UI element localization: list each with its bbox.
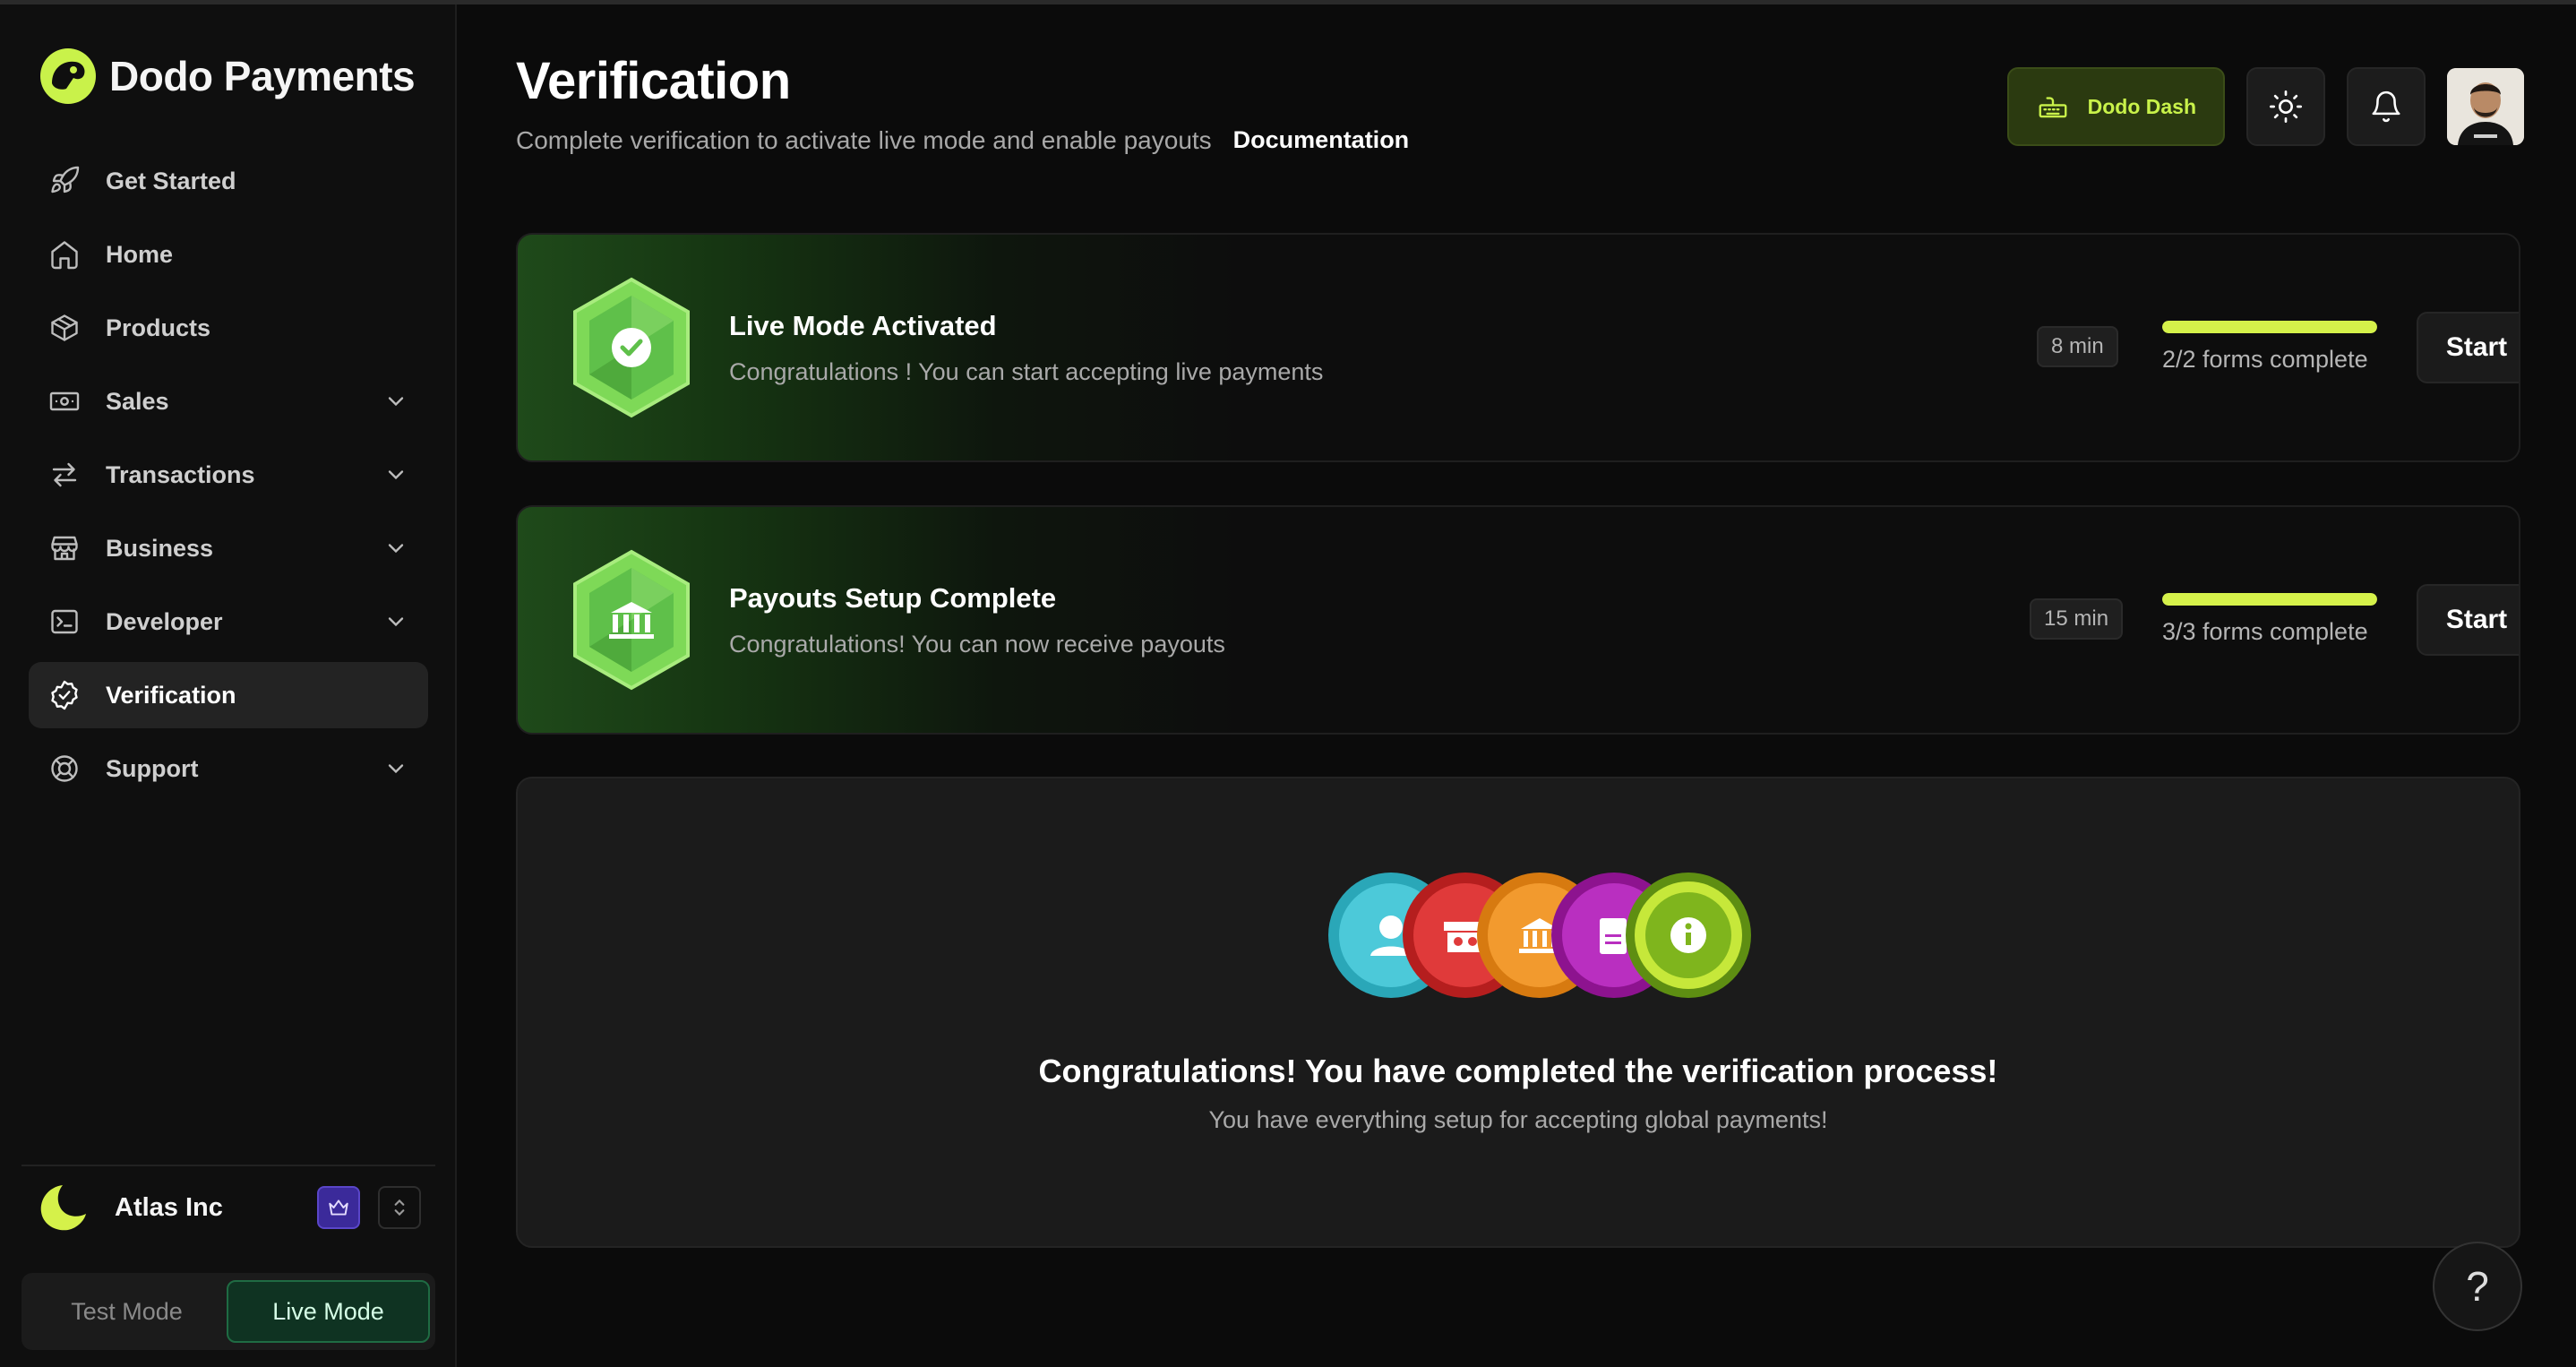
time-estimate: 8 min	[2037, 326, 2118, 367]
keyboard-icon	[2039, 97, 2067, 118]
user-avatar[interactable]	[2447, 68, 2524, 145]
progress-fill	[2162, 321, 2377, 333]
live-mode-card: Live Mode Activated Congratulations ! Yo…	[516, 233, 2520, 462]
store-icon	[51, 536, 78, 561]
sidebar-item-get-started[interactable]: Get Started	[29, 148, 428, 214]
chevron-down-icon[interactable]	[383, 756, 408, 781]
page-subtitle: Complete verification to activate live m…	[516, 126, 1409, 155]
info-medal-icon	[1626, 873, 1751, 998]
medals-group	[1328, 873, 1751, 998]
sidebar-divider	[21, 1165, 435, 1166]
banknote-icon	[49, 391, 80, 411]
help-button[interactable]: ?	[2433, 1242, 2522, 1331]
chevron-down-icon[interactable]	[383, 462, 408, 487]
sidebar-item-developer[interactable]: Developer	[29, 589, 428, 655]
badge-check-icon	[51, 680, 78, 710]
subtitle-text: Complete verification to activate live m…	[516, 126, 1212, 154]
page-title: Verification	[516, 52, 791, 110]
completion-panel: Congratulations! You have completed the …	[516, 777, 2520, 1248]
notifications-button[interactable]	[2347, 67, 2426, 146]
progress-bar	[2162, 321, 2377, 333]
test-mode-button[interactable]: Test Mode	[27, 1280, 227, 1343]
live-mode-button[interactable]: Live Mode	[227, 1280, 430, 1343]
sidebar-item-home[interactable]: Home	[29, 221, 428, 288]
org-logo-icon	[40, 1185, 86, 1231]
main-content: Verification Complete verification to ac…	[459, 4, 2576, 1367]
badge-check-icon	[573, 277, 690, 418]
chevron-up-down-icon	[394, 1199, 405, 1217]
org-switch-button[interactable]	[378, 1186, 421, 1229]
org-name: Atlas Inc	[115, 1192, 223, 1222]
lifebuoy-icon	[51, 755, 78, 782]
sidebar-item-support[interactable]: Support	[29, 735, 428, 802]
sidebar-item-label: Products	[106, 314, 211, 341]
sidebar-item-transactions[interactable]: Transactions	[29, 442, 428, 508]
card-description: Congratulations ! You can start acceptin…	[729, 358, 1324, 385]
dodo-dash-button[interactable]: Dodo Dash	[2006, 67, 2225, 146]
progress-bar	[2162, 593, 2377, 606]
sidebar-item-sales[interactable]: Sales	[29, 368, 428, 434]
org-switcher[interactable]: Atlas Inc	[36, 1180, 421, 1235]
brand-name: Dodo Payments	[109, 53, 416, 99]
completion-subtitle: You have everything setup for accepting …	[1208, 1106, 1828, 1133]
documentation-link[interactable]: Documentation	[1233, 126, 1410, 155]
progress-label: 3/3 forms complete	[2162, 618, 2368, 645]
sidebar-item-label: Business	[106, 534, 214, 562]
dodo-dash-label: Dodo Dash	[2087, 94, 2196, 118]
progress-fill	[2162, 593, 2377, 606]
sidebar-item-label: Home	[106, 240, 174, 268]
home-icon	[51, 241, 78, 270]
card-title: Payouts Setup Complete	[729, 582, 1057, 614]
brand[interactable]: Dodo Payments	[39, 47, 416, 105]
sidebar-item-label: Developer	[106, 607, 223, 635]
avatar-icon	[2447, 68, 2524, 145]
sidebar-nav: Get Started Home Products Sales Transact…	[29, 148, 428, 809]
sidebar-item-label: Sales	[106, 387, 169, 415]
sidebar-item-label: Get Started	[106, 167, 236, 194]
crown-icon	[329, 1199, 348, 1216]
sun-icon	[2270, 90, 2302, 124]
sidebar-item-products[interactable]: Products	[29, 295, 428, 361]
payouts-card: Payouts Setup Complete Congratulations! …	[516, 505, 2520, 735]
completion-title: Congratulations! You have completed the …	[1038, 1053, 1998, 1089]
sidebar-item-label: Transactions	[106, 460, 255, 488]
sidebar-item-label: Verification	[106, 681, 236, 709]
arrows-icon	[52, 462, 77, 487]
start-button[interactable]: Start	[2417, 584, 2519, 656]
app-window: Dodo Payments Get Started Home Products …	[0, 0, 2576, 1367]
dodo-logo-icon	[40, 48, 96, 104]
terminal-icon	[51, 609, 78, 634]
progress-label: 2/2 forms complete	[2162, 346, 2368, 373]
sidebar-item-verification[interactable]: Verification	[29, 662, 428, 728]
theme-toggle-button[interactable]	[2246, 67, 2325, 146]
top-actions: Dodo Dash	[2006, 67, 2524, 146]
time-estimate: 15 min	[2030, 598, 2124, 640]
sidebar-item-label: Support	[106, 754, 199, 782]
chevron-down-icon[interactable]	[383, 536, 408, 561]
card-description: Congratulations! You can now receive pay…	[729, 631, 1225, 658]
chevron-down-icon[interactable]	[383, 609, 408, 634]
bank-icon	[573, 549, 690, 691]
start-button[interactable]: Start	[2417, 312, 2519, 383]
bell-icon	[2372, 90, 2400, 123]
sidebar-item-business[interactable]: Business	[29, 515, 428, 581]
card-title: Live Mode Activated	[729, 310, 997, 341]
chevron-down-icon[interactable]	[383, 389, 408, 414]
sidebar: Dodo Payments Get Started Home Products …	[0, 4, 457, 1367]
mode-toggle: Test Mode Live Mode	[21, 1273, 435, 1350]
rocket-icon	[51, 166, 80, 193]
box-icon	[51, 314, 78, 341]
crown-badge[interactable]	[317, 1186, 360, 1229]
